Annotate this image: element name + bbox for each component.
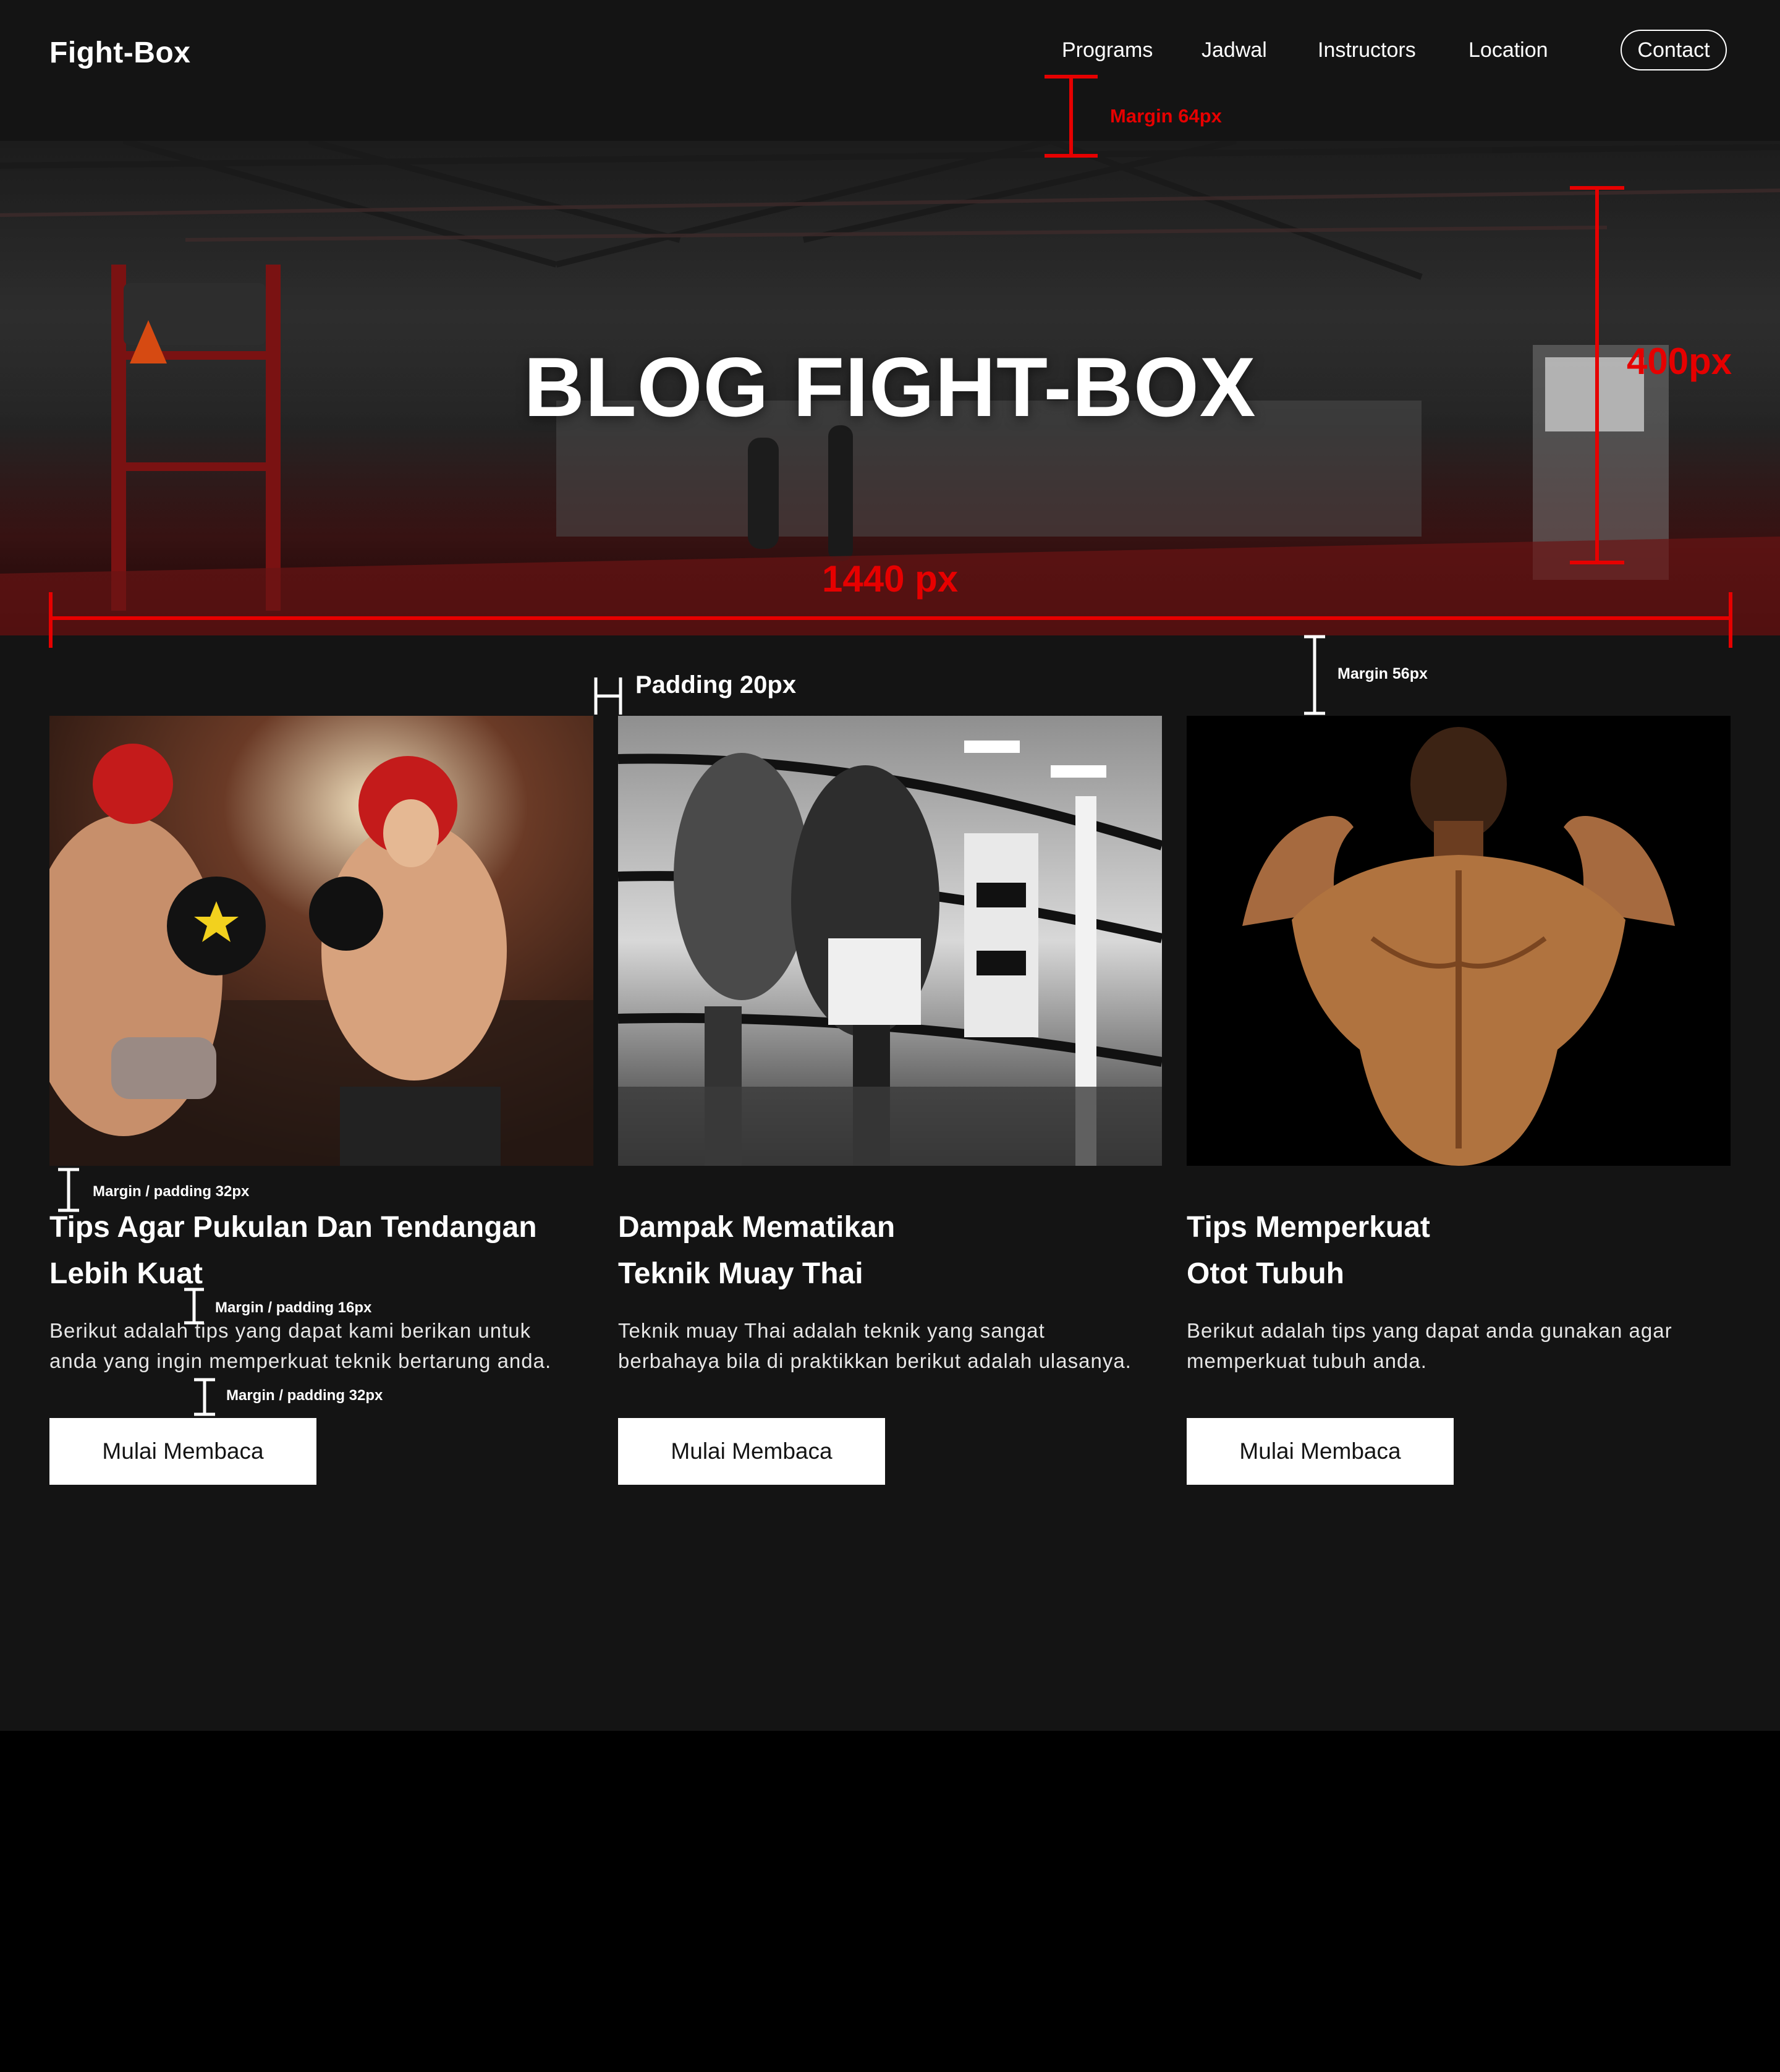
blog-card-3-text-line2: memperkuat tubuh anda. [1187,1349,1427,1372]
margin-padding-16-label: Margin / padding 16px [215,1299,372,1316]
blog-card-2-title-line2: Teknik Muay Thai [618,1257,863,1290]
blog-card-2-title-line1: Dampak Mematikan [618,1211,896,1244]
muscular-back-image[interactable] [1187,716,1731,1166]
blog-card-1-read-button[interactable]: Mulai Membaca [49,1418,316,1485]
muay-thai-ring-image[interactable] [618,716,1162,1166]
nav-link-instructors[interactable]: Instructors [1318,38,1416,62]
blog-card-3 [1187,716,1731,1166]
height-400-label: 400px [1627,341,1732,382]
blog-card-1-excerpt: Berikut adalah tips yang dapat kami beri… [49,1315,593,1376]
nav-link-location[interactable]: Location [1468,38,1548,62]
blog-card-3-title-line2: Otot Tubuh [1187,1257,1344,1290]
blog-card-1-title[interactable]: Tips Agar Pukulan Dan Tendangan Lebih Ku… [49,1204,593,1297]
margin-padding-32-b-label: Margin / padding 32px [226,1387,383,1404]
blog-card-3-title[interactable]: Tips Memperkuat Otot Tubuh [1187,1204,1731,1297]
blog-card-3-read-button[interactable]: Mulai Membaca [1187,1418,1454,1485]
blog-card-1-text-line2: anda yang ingin memperkuat teknik bertar… [49,1349,552,1372]
blog-card-1-title-line1: Tips Agar Pukulan Dan Tendangan [49,1211,537,1244]
nav-link-jadwal[interactable]: Jadwal [1202,38,1267,62]
margin-64-label: Margin 64px [1110,105,1222,127]
padding-20-label: Padding 20px [635,671,797,698]
blog-card-2 [618,716,1162,1166]
blog-card-2-text-line2: berbahaya bila di praktikkan berikut ada… [618,1349,1132,1372]
nav-link-programs[interactable]: Programs [1062,38,1153,62]
margin-padding-32-a-label: Margin / padding 32px [93,1183,250,1200]
contact-button[interactable]: Contact [1621,30,1727,70]
blog-card-2-title[interactable]: Dampak Mematikan Teknik Muay Thai [618,1204,1162,1297]
top-navigation: Fight-Box Programs Jadwal Instructors Lo… [0,0,1780,141]
blog-card-1 [49,716,593,1166]
brand-logo[interactable]: Fight-Box [49,36,190,70]
blog-card-1-title-line2: Lebih Kuat [49,1257,203,1290]
hero-title: BLOG FIGHT-BOX [523,340,1257,434]
width-1440-label: 1440 px [822,558,959,600]
blog-card-2-read-button[interactable]: Mulai Membaca [618,1418,885,1485]
blog-card-3-text-line1: Berikut adalah tips yang dapat anda guna… [1187,1319,1672,1342]
blog-card-2-excerpt: Teknik muay Thai adalah teknik yang sang… [618,1315,1162,1376]
blog-card-1-text-line1: Berikut adalah tips yang dapat kami beri… [49,1319,532,1342]
boxing-sparring-image[interactable] [49,716,593,1166]
blog-card-3-title-line1: Tips Memperkuat [1187,1211,1430,1244]
blog-card-2-text-line1: Teknik muay Thai adalah teknik yang sang… [618,1319,1045,1342]
margin-56-label: Margin 56px [1337,665,1428,682]
blog-card-3-excerpt: Berikut adalah tips yang dapat anda guna… [1187,1315,1731,1376]
